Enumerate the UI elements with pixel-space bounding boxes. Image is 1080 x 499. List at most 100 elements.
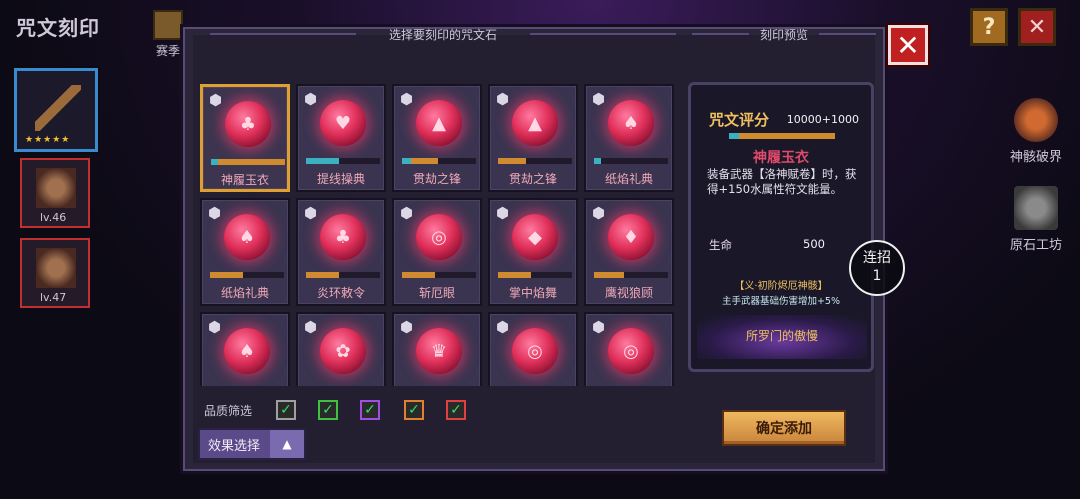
- rune-gem-icon: ♠: [224, 214, 270, 260]
- rune-card[interactable]: ⬢ ♦ 鹰视狼顾: [584, 198, 674, 306]
- rune-name: 炎环敕令: [316, 286, 365, 300]
- rune-name: 纸焰礼典: [604, 172, 653, 186]
- rune-card[interactable]: ⬢ ◎: [488, 312, 578, 386]
- rune-gem-icon: ▲: [416, 100, 462, 146]
- rune-progress-bar: [211, 159, 285, 165]
- rune-card[interactable]: ⬢ ♠ 纸焰礼典: [200, 198, 290, 306]
- hero-level: lv.46: [40, 211, 67, 224]
- hero-slot-1[interactable]: lv.46: [20, 158, 90, 228]
- help-button[interactable]: ?: [970, 8, 1008, 46]
- engrave-preview: 咒文评分 10000+1000 神履玉衣 装备武器【洛神赋卷】时，获得+150水…: [688, 82, 874, 372]
- rune-gem-icon: ♣: [225, 101, 271, 147]
- rune-gem-icon: ♠: [224, 328, 270, 374]
- pin-icon: ⬢: [496, 318, 510, 336]
- rune-name: 掌中焰舞: [508, 286, 557, 300]
- rune-gem-icon: ◎: [416, 214, 462, 260]
- rune-name: 贯劫之锋: [412, 172, 461, 186]
- seal-banner: 所罗门的傲慢: [697, 315, 867, 359]
- close-panel-button[interactable]: ✕: [888, 25, 928, 65]
- rune-gem-icon: ✿: [320, 328, 366, 374]
- right-sidebar: ? ✕ 神骸破界 原石工坊: [970, 0, 1080, 499]
- set-description: 主手武器基础伤害增加+5%: [721, 296, 841, 307]
- pin-icon: ⬢: [208, 204, 222, 222]
- relic-icon: [1014, 98, 1058, 142]
- rune-gem-icon: ♠: [608, 100, 654, 146]
- rune-list-header: 选择要刻印的咒文石: [200, 26, 686, 43]
- feature-workshop[interactable]: 原石工坊: [1000, 186, 1072, 253]
- rune-gem-icon: ◎: [608, 328, 654, 374]
- hero-level: lv.47: [40, 291, 67, 304]
- rune-name: 鹰视狼顾: [604, 286, 653, 300]
- rune-name: 纸焰礼典: [220, 286, 269, 300]
- rune-progress-bar: [594, 158, 668, 164]
- rune-card[interactable]: ⬢ ◎: [584, 312, 674, 386]
- rune-name: 斩厄眼: [418, 286, 455, 300]
- pin-icon: ⬢: [208, 318, 222, 336]
- rune-card[interactable]: ⬢ ◆ 掌中焰舞: [488, 198, 578, 306]
- feature-label: 神骸破界: [1009, 150, 1062, 165]
- rune-card[interactable]: ⬢ ♣ 炎环敕令: [296, 198, 386, 306]
- rune-card[interactable]: ⬢ ▲ 贯劫之锋: [488, 84, 578, 192]
- sword-icon: [35, 85, 81, 131]
- rune-gem-icon: ♥: [320, 100, 366, 146]
- rune-card[interactable]: ⬢ ♛: [392, 312, 482, 386]
- rune-progress-bar: [498, 158, 572, 164]
- rune-progress-bar: [210, 272, 284, 278]
- rune-progress-bar: [306, 272, 380, 278]
- rune-card[interactable]: ⬢ ♠: [200, 312, 290, 386]
- quality-checkbox-green[interactable]: ✓: [318, 400, 338, 420]
- quality-checkbox-white[interactable]: ✓: [276, 400, 296, 420]
- pin-icon: ⬢: [496, 90, 510, 108]
- effect-select-button[interactable]: 效果选择 ▲: [198, 428, 306, 460]
- quality-checkbox-red[interactable]: ✓: [446, 400, 466, 420]
- pin-icon: ⬢: [592, 90, 606, 108]
- feature-shenhai[interactable]: 神骸破界: [1000, 98, 1072, 165]
- pin-icon: ⬢: [400, 90, 414, 108]
- rune-card[interactable]: ⬢ ◎ 斩厄眼: [392, 198, 482, 306]
- preview-description: 装备武器【洛神赋卷】时，获得+150水属性符文能量。: [707, 167, 857, 196]
- quality-checkbox-purple[interactable]: ✓: [360, 400, 380, 420]
- combo-count: 1: [872, 268, 882, 284]
- rune-progress-bar: [402, 158, 476, 164]
- score-bar: [729, 133, 835, 139]
- stat-value: 500: [803, 237, 825, 251]
- close-screen-button[interactable]: ✕: [1018, 8, 1056, 46]
- weapon-slot[interactable]: ★★★★★: [14, 68, 98, 152]
- hero-portrait-icon: [36, 168, 76, 208]
- preview-rune-name: 神履玉衣: [753, 150, 809, 166]
- rune-gem-icon: ◆: [512, 214, 558, 260]
- hero-slot-2[interactable]: lv.47: [20, 238, 90, 308]
- rune-gem-icon: ♛: [416, 328, 462, 374]
- combo-label: 连招: [863, 250, 891, 266]
- game-screen: 咒文刻印 赛季 ★★★★★ lv.46 lv.47 ? ✕ 神骸破界 原石工坊 …: [0, 0, 1080, 499]
- quality-checkbox-orange[interactable]: ✓: [404, 400, 424, 420]
- rune-card[interactable]: ⬢ ♥ 提线操典: [296, 84, 386, 192]
- pin-icon: ⬢: [400, 204, 414, 222]
- combo-button[interactable]: 连招 1: [849, 240, 905, 296]
- pin-icon: ⬢: [592, 204, 606, 222]
- set-title: 【义·初阶烬厄神骸】: [734, 281, 828, 292]
- seal-label: 所罗门的傲慢: [745, 329, 818, 343]
- rune-name: 神履玉衣: [220, 173, 269, 187]
- screen-title: 咒文刻印: [16, 16, 100, 40]
- rune-card[interactable]: ⬢ ✿: [296, 312, 386, 386]
- confirm-add-button[interactable]: 确定添加: [722, 410, 846, 446]
- rune-gem-icon: ◎: [512, 328, 558, 374]
- rune-name: 贯劫之锋: [508, 172, 557, 186]
- pin-icon: ⬢: [496, 204, 510, 222]
- rune-card[interactable]: ⬢ ♠ 纸焰礼典: [584, 84, 674, 192]
- pin-icon: ⬢: [209, 91, 223, 109]
- rune-gem-icon: ♣: [320, 214, 366, 260]
- pin-icon: ⬢: [304, 90, 318, 108]
- rune-gem-icon: ♦: [608, 214, 654, 260]
- stat-key: 生命: [709, 238, 732, 252]
- quality-filter-label: 品质筛选: [204, 404, 253, 418]
- rune-grid: ⬢ ♣ 神履玉衣 ⬢ ♥ 提线操典 ⬢ ▲ 贯劫之锋 ⬢ ▲ 贯劫之锋 ⬢ ♠ 纸焰礼典 ⬢ ♠ 纸焰礼典 ⬢ ♣ 炎环…: [198, 82, 684, 386]
- rune-card[interactable]: ⬢ ▲ 贯劫之锋: [392, 84, 482, 192]
- anvil-icon: [1014, 186, 1058, 230]
- pin-icon: ⬢: [400, 318, 414, 336]
- pin-icon: ⬢: [304, 318, 318, 336]
- rune-card[interactable]: ⬢ ♣ 神履玉衣: [200, 84, 290, 192]
- pin-icon: ⬢: [304, 204, 318, 222]
- score-label: 咒文评分: [709, 111, 770, 129]
